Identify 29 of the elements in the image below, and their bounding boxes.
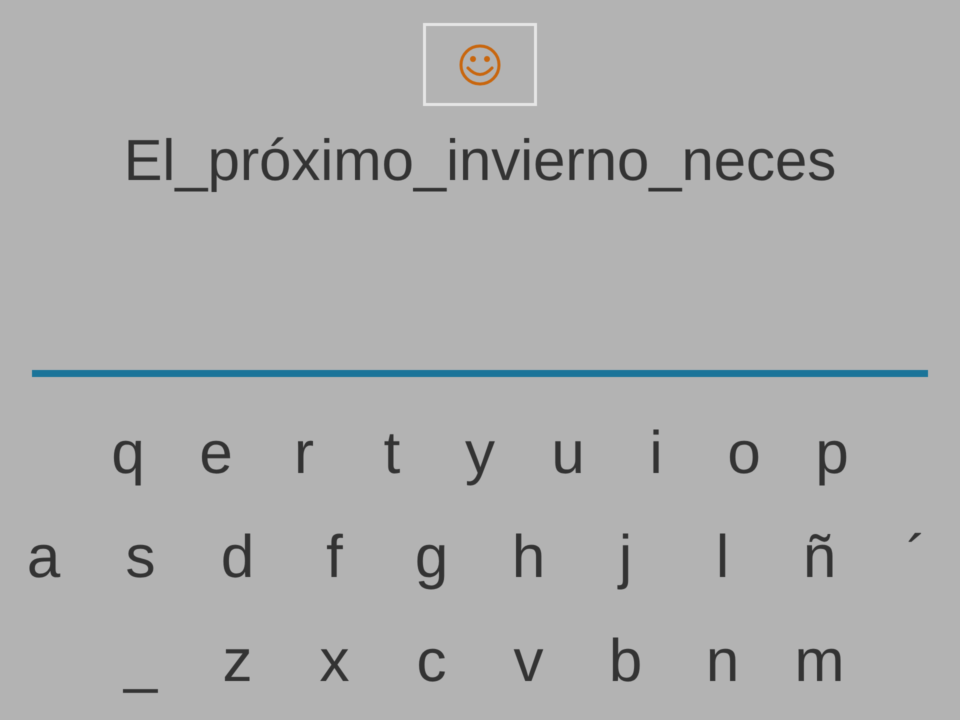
letter-key[interactable]: ñ: [771, 522, 868, 592]
smiley-icon: [458, 42, 502, 86]
letter-key[interactable]: r: [260, 418, 348, 488]
letter-key[interactable]: p: [788, 418, 876, 488]
letter-key[interactable]: n: [674, 626, 771, 696]
letter-key[interactable]: u: [524, 418, 612, 488]
letter-key[interactable]: _: [92, 626, 189, 696]
letter-key[interactable]: a: [0, 522, 92, 592]
letter-key[interactable]: c: [383, 626, 480, 696]
letter-key[interactable]: x: [286, 626, 383, 696]
letter-key[interactable]: l: [674, 522, 771, 592]
letter-key[interactable]: v: [480, 626, 577, 696]
letter-key[interactable]: g: [383, 522, 480, 592]
letter-key[interactable]: h: [480, 522, 577, 592]
letter-key[interactable]: o: [700, 418, 788, 488]
letter-key[interactable]: q: [84, 418, 172, 488]
letter-key[interactable]: f: [286, 522, 383, 592]
letter-key[interactable]: z: [189, 626, 286, 696]
letter-key[interactable]: j: [577, 522, 674, 592]
letter-key[interactable]: y: [436, 418, 524, 488]
letter-key[interactable]: i: [612, 418, 700, 488]
letter-key[interactable]: s: [92, 522, 189, 592]
letter-key[interactable]: b: [577, 626, 674, 696]
letter-key[interactable]: ´: [868, 522, 960, 592]
letter-key[interactable]: d: [189, 522, 286, 592]
sentence-text: El_próximo_invierno_neces: [124, 128, 836, 194]
letter-key[interactable]: e: [172, 418, 260, 488]
letter-key[interactable]: m: [771, 626, 868, 696]
letter-key[interactable]: t: [348, 418, 436, 488]
